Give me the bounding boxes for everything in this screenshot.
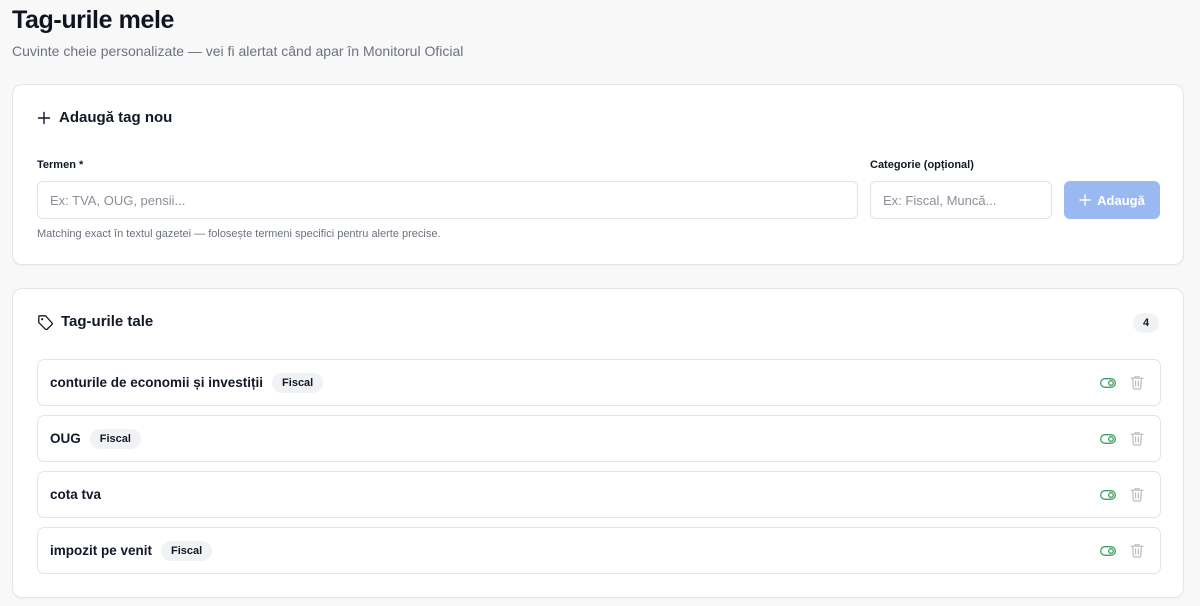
tag-icon (37, 314, 53, 330)
category-label: Categorie (opțional) (870, 159, 974, 171)
plus-icon (1079, 194, 1091, 206)
tag-list: conturile de economii și investiții Fisc… (37, 359, 1161, 583)
toggle-on-icon[interactable] (1100, 489, 1116, 500)
row-actions (1100, 528, 1144, 573)
plus-icon (37, 111, 51, 125)
trash-icon[interactable] (1130, 487, 1144, 502)
row-actions (1100, 416, 1144, 461)
row-actions (1100, 360, 1144, 405)
add-tag-button-label: Adaugă (1097, 192, 1145, 208)
trash-icon[interactable] (1130, 431, 1144, 446)
page-subtitle: Cuvinte cheie personalizate — vei fi ale… (12, 43, 464, 59)
term-input[interactable] (37, 181, 858, 219)
row-actions (1100, 472, 1144, 517)
tags-list-card: Tag-urile tale 4 conturile de economii ș… (12, 288, 1184, 598)
tags-count-badge: 4 (1133, 313, 1159, 333)
add-tag-card: Adaugă tag nou Termen * Categorie (opțio… (12, 84, 1184, 265)
tag-category-badge: Fiscal (161, 540, 213, 561)
tag-row: conturile de economii și investiții Fisc… (37, 359, 1161, 406)
trash-icon[interactable] (1130, 543, 1144, 558)
add-tag-button[interactable]: Adaugă (1064, 181, 1160, 219)
tag-category-badge: Fiscal (272, 372, 324, 393)
tag-term: impozit pe venit (50, 543, 153, 558)
trash-icon[interactable] (1130, 375, 1144, 390)
tag-row: impozit pe venit Fiscal (37, 527, 1161, 574)
category-input[interactable] (870, 181, 1052, 219)
toggle-on-icon[interactable] (1100, 377, 1116, 388)
tag-term: conturile de economii și investiții (50, 375, 264, 390)
matching-hint: Matching exact în textul gazetei — folos… (37, 228, 441, 240)
add-tag-title: Adaugă tag nou (59, 109, 173, 126)
tags-list-title: Tag-urile tale (61, 313, 154, 330)
term-label: Termen * (37, 159, 84, 171)
tag-row: cota tva (37, 471, 1161, 518)
toggle-on-icon[interactable] (1100, 545, 1116, 556)
tag-term: OUG (50, 431, 81, 446)
toggle-on-icon[interactable] (1100, 433, 1116, 444)
tags-list-header: Tag-urile tale (37, 313, 153, 330)
tag-row: OUG Fiscal (37, 415, 1161, 462)
page-title: Tag-urile mele (12, 6, 175, 34)
add-tag-header: Adaugă tag nou (37, 109, 172, 126)
tag-term: cota tva (50, 487, 102, 502)
tag-category-badge: Fiscal (89, 428, 141, 449)
